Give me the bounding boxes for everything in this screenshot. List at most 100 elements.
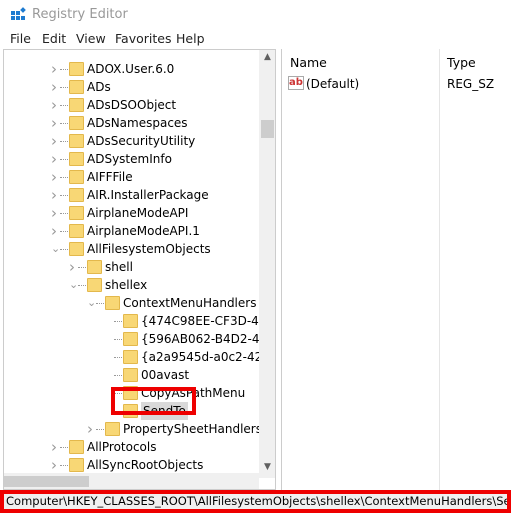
tree-node[interactable]: › AllSyncRootObjects — [4, 456, 259, 474]
menu-file[interactable]: File — [10, 31, 31, 46]
tree-node[interactable]: ⌄ AllFilesystemObjects — [4, 240, 259, 258]
folder-icon — [123, 314, 138, 328]
folder-icon — [69, 440, 84, 454]
tree-node[interactable]: › AIFFFile — [4, 168, 259, 186]
folder-icon — [69, 80, 84, 94]
folder-icon — [69, 62, 84, 76]
tree-connector — [78, 267, 86, 268]
tree-node-label[interactable]: PropertySheetHandlers — [123, 420, 262, 438]
tree-connector — [78, 285, 86, 286]
tree-node-label[interactable]: {474C98EE-CF3D-41f5 — [141, 312, 275, 330]
scroll-thumb[interactable] — [261, 120, 274, 138]
tree-connector — [60, 447, 68, 448]
column-header-type[interactable]: Type — [447, 55, 476, 70]
menu-view[interactable]: View — [76, 31, 106, 46]
folder-icon — [87, 278, 102, 292]
tree-connector — [114, 339, 122, 340]
tree-node-label[interactable]: AirplaneModeAPI.1 — [87, 222, 200, 240]
tree-node[interactable]: › ADsNamespaces — [4, 114, 259, 132]
tree-connector — [96, 429, 104, 430]
menu-edit[interactable]: Edit — [42, 31, 66, 46]
tree-node[interactable]: › AllProtocols — [4, 438, 259, 456]
values-pane: Name Type ab (Default) REG_SZ — [281, 49, 511, 490]
folder-icon — [69, 224, 84, 238]
tree-node[interactable]: › ADsDSOObject — [4, 96, 259, 114]
vertical-scrollbar[interactable]: ▲ ▼ — [259, 50, 275, 478]
tree-node-label[interactable]: ADsNamespaces — [87, 114, 188, 132]
tree-node-label[interactable]: shell — [105, 258, 133, 276]
tree-node[interactable]: 00avast — [4, 366, 259, 384]
tree-node-label[interactable]: AirplaneModeAPI — [87, 204, 188, 222]
window-title: Registry Editor — [32, 7, 128, 22]
tree-connector — [60, 213, 68, 214]
menu-help[interactable]: Help — [176, 31, 205, 46]
tree-connector — [96, 303, 104, 304]
tree-node-label[interactable]: AIFFFile — [87, 168, 133, 186]
tree-node-label[interactable]: AllProtocols — [87, 438, 157, 456]
registry-editor-icon — [11, 7, 26, 20]
tree-connector — [60, 465, 68, 466]
tree-node[interactable]: ⌄ shellex — [4, 276, 259, 294]
h-scroll-thumb[interactable] — [4, 476, 89, 487]
folder-icon — [69, 134, 84, 148]
scroll-down-icon[interactable]: ▼ — [259, 462, 275, 472]
tree-node[interactable]: › AIR.InstallerPackage — [4, 186, 259, 204]
folder-icon — [69, 188, 84, 202]
title-bar: Registry Editor — [0, 0, 511, 30]
tree-node[interactable]: › PropertySheetHandlers — [4, 420, 262, 438]
tree-node-label[interactable]: ADSystemInfo — [87, 150, 172, 168]
tree-node-label[interactable]: {596AB062-B4D2-4215 — [141, 330, 275, 348]
tree-node-label[interactable]: {a2a9545d-a0c2-42b4- — [141, 348, 275, 366]
tree-connector — [60, 195, 68, 196]
tree-connector — [60, 87, 68, 88]
tree-node-label[interactable]: AIR.InstallerPackage — [87, 186, 209, 204]
tree-node[interactable]: › ADsSecurityUtility — [4, 132, 259, 150]
tree-node[interactable]: › ADSystemInfo — [4, 150, 259, 168]
tree-node[interactable]: ⌄ ContextMenuHandlers — [4, 294, 259, 312]
tree-node[interactable]: {a2a9545d-a0c2-42b4- — [4, 348, 275, 366]
column-header-name[interactable]: Name — [290, 55, 327, 70]
tree-connector — [114, 321, 122, 322]
tree-node[interactable]: › ADs — [4, 78, 259, 96]
tree-connector — [60, 249, 68, 250]
tree-connector — [60, 69, 68, 70]
folder-icon — [123, 350, 138, 364]
highlight-box-sendto — [111, 387, 196, 415]
tree-node[interactable]: › ADOX.User.6.0 — [4, 60, 259, 78]
scroll-up-icon[interactable]: ▲ — [259, 52, 275, 62]
tree-node[interactable]: › AirplaneModeAPI — [4, 204, 259, 222]
tree-connector — [114, 375, 122, 376]
value-name[interactable]: (Default) — [306, 77, 359, 91]
horizontal-scrollbar[interactable] — [4, 473, 259, 489]
tree-connector — [60, 159, 68, 160]
folder-icon — [69, 98, 84, 112]
folder-icon — [105, 422, 120, 436]
tree-node-label[interactable]: ADsDSOObject — [87, 96, 176, 114]
tree-node-label[interactable]: AllSyncRootObjects — [87, 456, 203, 474]
tree-node[interactable]: › AirplaneModeAPI.1 — [4, 222, 259, 240]
tree-node-label[interactable]: shellex — [105, 276, 147, 294]
menu-bar: File Edit View Favorites Help — [0, 30, 511, 49]
folder-icon — [105, 296, 120, 310]
ab-string-icon: ab — [288, 76, 304, 90]
tree-node[interactable]: › shell — [4, 258, 259, 276]
tree-node-label[interactable]: AllFilesystemObjects — [87, 240, 211, 258]
tree-node[interactable]: {596AB062-B4D2-4215 — [4, 330, 275, 348]
menu-favorites[interactable]: Favorites — [115, 31, 171, 46]
tree-node[interactable]: {474C98EE-CF3D-41f5 — [4, 312, 275, 330]
tree-node-label[interactable]: ContextMenuHandlers — [123, 294, 256, 312]
tree-node-label[interactable]: ADs — [87, 78, 111, 96]
folder-icon — [69, 116, 84, 130]
folder-icon — [69, 242, 84, 256]
folder-icon — [69, 206, 84, 220]
folder-icon — [123, 332, 138, 346]
tree-connector — [60, 141, 68, 142]
tree-node-label[interactable]: ADOX.User.6.0 — [87, 60, 174, 78]
tree-node-label[interactable]: ADsSecurityUtility — [87, 132, 195, 150]
folder-icon — [69, 152, 84, 166]
folder-icon — [69, 458, 84, 472]
column-divider[interactable] — [439, 49, 440, 490]
registry-tree[interactable]: › ADOX.User.6.0 › ADs › ADsDSOObject › ADsNames… — [3, 49, 276, 490]
folder-icon — [123, 368, 138, 382]
tree-node-label[interactable]: 00avast — [141, 366, 189, 384]
